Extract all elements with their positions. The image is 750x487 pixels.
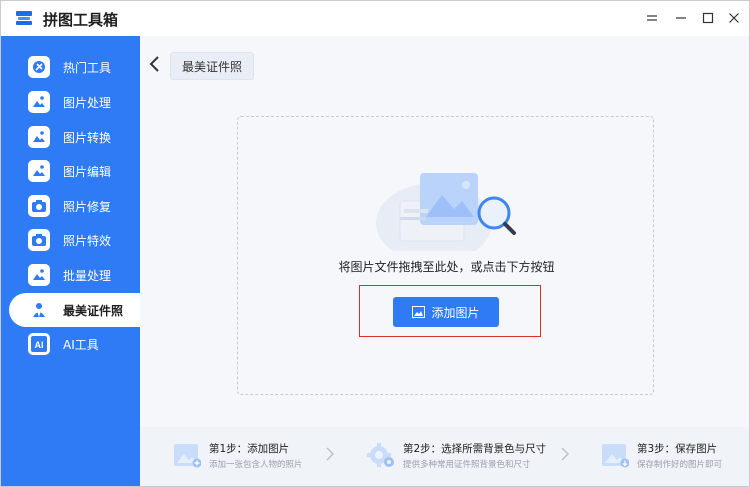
back-arrow-icon[interactable] (148, 55, 162, 73)
sidebar-item-image-convert[interactable]: 图片转换 (1, 120, 140, 154)
image-edit-icon (28, 160, 50, 182)
sidebar-item-label: 热门工具 (63, 61, 112, 75)
drop-zone[interactable]: 将图片文件拖拽至此处，或点击下方按钮 添加图片 (237, 116, 654, 395)
photo-effect-icon (28, 229, 50, 251)
ai-icon: AI (28, 333, 50, 355)
sidebar-item-label: 照片修复 (63, 200, 112, 214)
sidebar-item-label: 照片特效 (63, 234, 112, 248)
restore-down-icon[interactable] (672, 9, 690, 27)
chevron-right-icon (561, 447, 569, 461)
add-photo-icon (174, 444, 201, 468)
step-desc: 提供多种常用证件照背景色和尺寸 (403, 460, 531, 470)
photo-repair-icon (28, 195, 50, 217)
upload-illustration-icon (376, 173, 516, 251)
sidebar: 热门工具 图片处理 图片转换 图片编辑 照片修复 照片特效 批量处理 最美证件照… (1, 36, 140, 486)
steps-bar: 第1步：添加图片 添加一张包含人物的照片 第2步：选择所需背景色与尺寸 提供多种… (140, 427, 749, 486)
id-photo-icon (28, 299, 50, 321)
tools-icon (28, 56, 50, 78)
sidebar-item-image-edit[interactable]: 图片编辑 (1, 154, 140, 188)
sidebar-item-id-photo[interactable]: 最美证件照 (9, 293, 140, 327)
sidebar-item-image-process[interactable]: 图片处理 (1, 85, 140, 119)
step-desc: 添加一张包含人物的照片 (209, 460, 303, 470)
image-process-icon (28, 91, 50, 113)
image-icon (412, 306, 426, 318)
sidebar-item-label: 图片处理 (63, 96, 112, 110)
tab-id-photo[interactable]: 最美证件照 (170, 52, 254, 80)
sidebar-item-label: 批量处理 (63, 269, 112, 283)
step-desc: 保存制作好的图片即可 (637, 460, 723, 470)
chevron-right-icon (326, 447, 334, 461)
main-panel: 最美证件照 将图片文件拖拽至此处，或点击下方按钮 添加图片 第1步：添加图片 添… (140, 36, 749, 486)
maximize-icon[interactable] (699, 9, 717, 27)
close-icon[interactable] (725, 9, 743, 27)
drop-hint-text: 将图片文件拖拽至此处，或点击下方按钮 (338, 260, 555, 274)
sidebar-item-label: 图片编辑 (63, 165, 112, 179)
sidebar-item-photo-repair[interactable]: 照片修复 (1, 189, 140, 223)
app-logo-icon (16, 11, 32, 25)
minimize-icon[interactable] (643, 9, 661, 27)
add-image-button[interactable]: 添加图片 (393, 297, 499, 327)
svg-text:AI: AI (35, 340, 44, 350)
title-bar: 拼图工具箱 (1, 1, 749, 36)
sidebar-item-photo-effect[interactable]: 照片特效 (1, 223, 140, 257)
sidebar-item-label: 图片转换 (63, 131, 112, 145)
add-image-label: 添加图片 (431, 305, 480, 320)
step-title: 第1步：添加图片 (209, 443, 290, 455)
save-image-icon (602, 444, 629, 468)
sidebar-item-batch[interactable]: 批量处理 (1, 258, 140, 292)
sidebar-item-label: AI工具 (63, 338, 99, 352)
sidebar-item-ai-tools[interactable]: AI AI工具 (1, 327, 140, 361)
step-title: 第2步：选择所需背景色与尺寸 (403, 443, 547, 455)
sidebar-item-hot-tools[interactable]: 热门工具 (1, 50, 140, 84)
image-convert-icon (28, 126, 50, 148)
settings-gear-icon (367, 443, 394, 467)
app-window: 拼图工具箱 热门工具 图片处理 图片转换 图片编辑 照片修复 照片特效 批量处理… (0, 0, 750, 487)
batch-icon (28, 264, 50, 286)
step-title: 第3步：保存图片 (637, 443, 718, 455)
sidebar-item-label: 最美证件照 (63, 304, 124, 318)
app-title: 拼图工具箱 (43, 11, 119, 29)
